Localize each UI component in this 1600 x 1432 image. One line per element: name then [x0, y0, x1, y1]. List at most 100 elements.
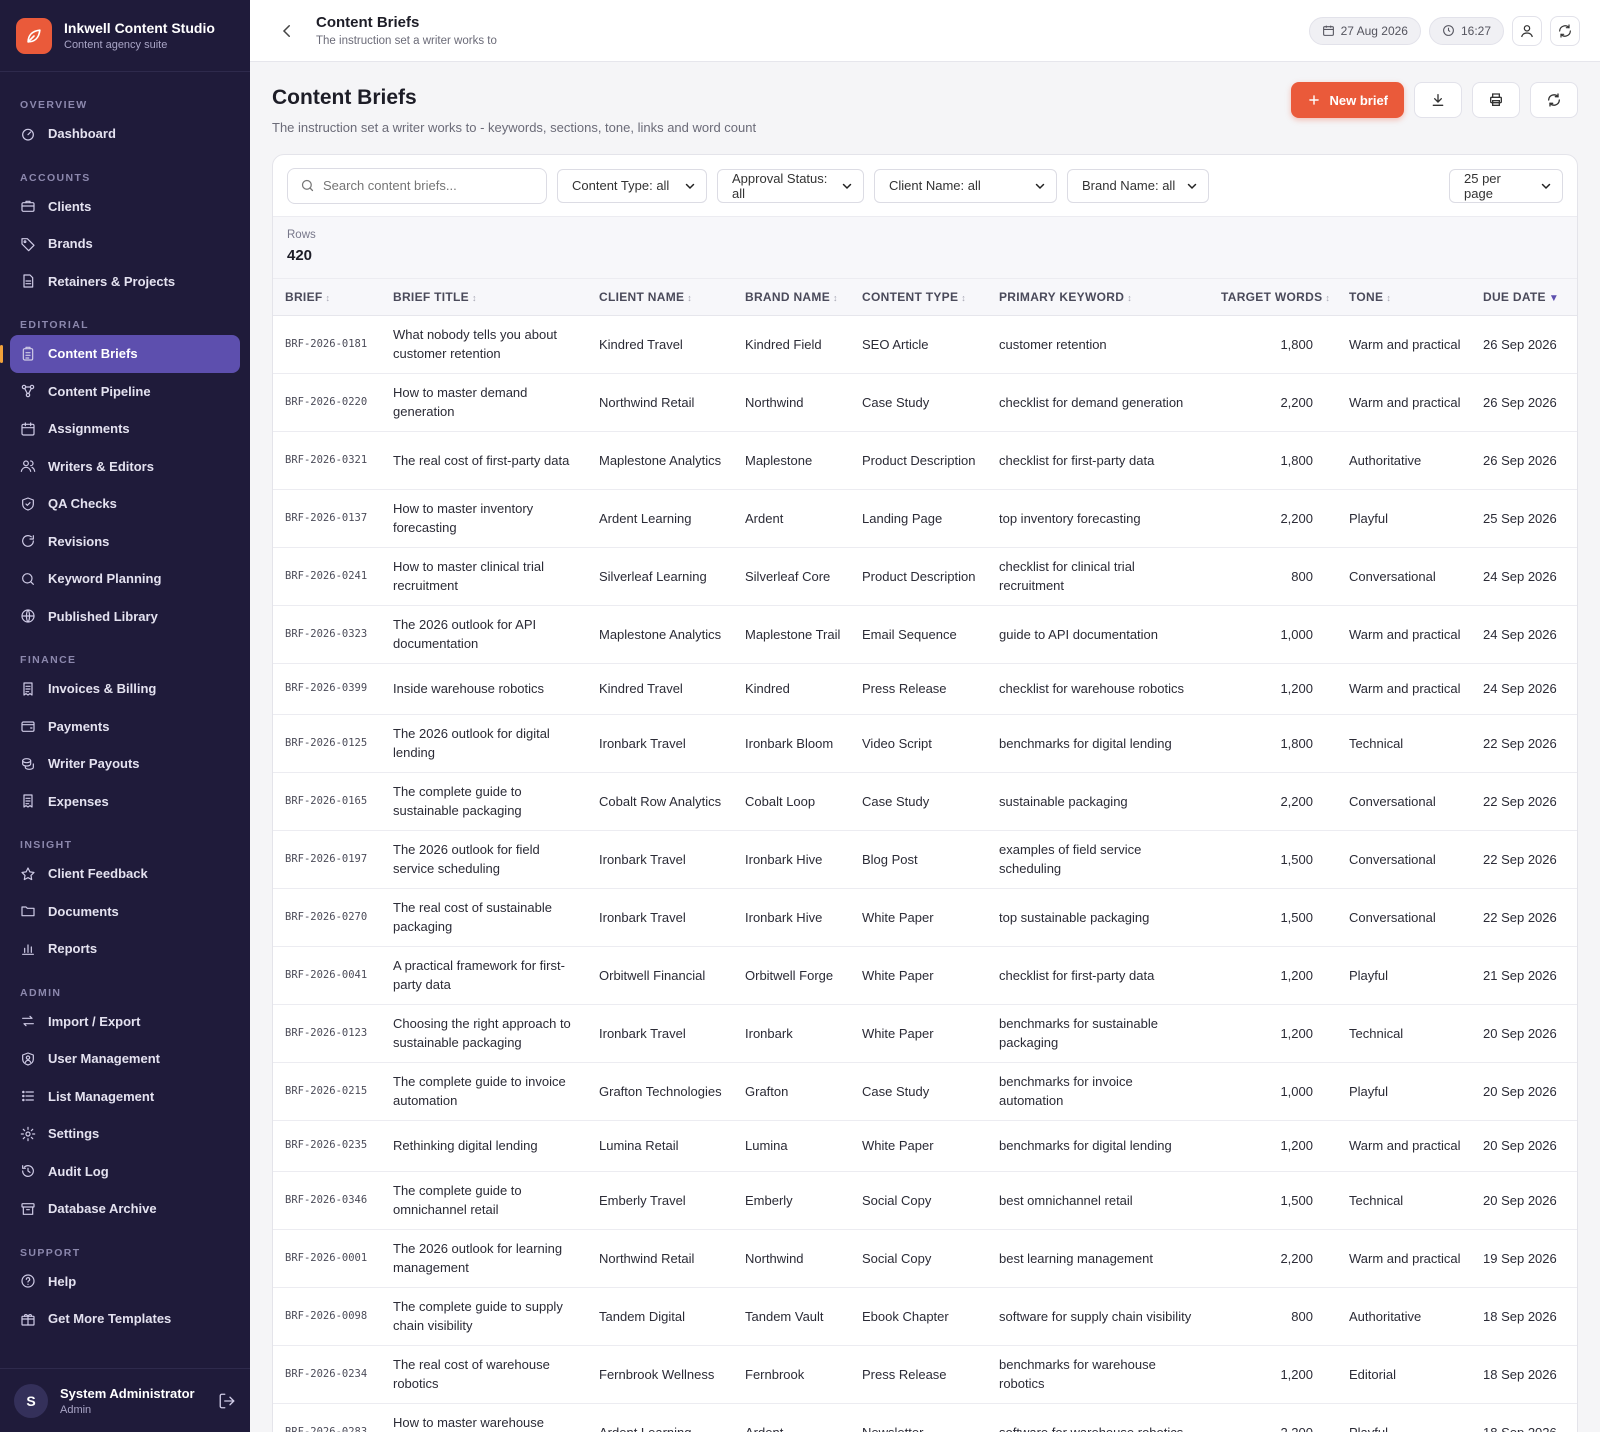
logout-icon[interactable]	[218, 1392, 236, 1410]
column-header-tone[interactable]: TONE ↕	[1337, 279, 1471, 316]
sort-icon[interactable]: ↕	[472, 293, 477, 303]
table-row[interactable]: BRF-2026-0125 The 2026 outlook for digita…	[273, 714, 1577, 773]
topbar-refresh-button[interactable]	[1550, 15, 1580, 46]
cell-tone: Warm and practical	[1337, 1120, 1471, 1172]
sidebar-item-retainers-projects[interactable]: Retainers & Projects	[10, 263, 240, 301]
table-row[interactable]: BRF-2026-0241 How to master clinical tria…	[273, 547, 1577, 606]
table-row[interactable]: BRF-2026-0220 How to master demand genera…	[273, 373, 1577, 432]
column-header-content-type[interactable]: CONTENT TYPE ↕	[850, 279, 987, 316]
sidebar-item-published-library[interactable]: Published Library	[10, 598, 240, 636]
sort-desc-icon[interactable]: ▼	[1549, 293, 1559, 304]
sidebar-item-documents[interactable]: Documents	[10, 893, 240, 931]
sidebar-item-label: Retainers & Projects	[48, 273, 176, 289]
table-row[interactable]: BRF-2026-0001 The 2026 outlook for learni…	[273, 1229, 1577, 1288]
per-page-select[interactable]: 25 per page	[1449, 168, 1563, 203]
table-row[interactable]: BRF-2026-0270 The real cost of sustainabl…	[273, 888, 1577, 947]
refresh-button[interactable]	[1530, 82, 1578, 118]
sidebar-item-writer-payouts[interactable]: Writer Payouts	[10, 745, 240, 783]
sidebar-item-label: Published Library	[48, 608, 158, 624]
sidebar-item-reports[interactable]: Reports	[10, 930, 240, 968]
sort-icon[interactable]: ↕	[833, 293, 838, 303]
column-header-brand-name[interactable]: BRAND NAME ↕	[733, 279, 850, 316]
content-type-filter[interactable]: Content Type: all	[557, 168, 707, 203]
client-name-filter[interactable]: Client Name: all	[874, 168, 1057, 203]
sidebar-item-import-export[interactable]: Import / Export	[10, 1003, 240, 1041]
chevron-down-icon	[1034, 180, 1046, 192]
sidebar-item-expenses[interactable]: Expenses	[10, 783, 240, 821]
sort-icon[interactable]: ↕	[1127, 293, 1132, 303]
sidebar-item-help[interactable]: Help	[10, 1263, 240, 1301]
cell-primary-keyword: benchmarks for digital lending	[987, 1120, 1209, 1172]
table-row[interactable]: BRF-2026-0399 Inside warehouse robotics Ki…	[273, 663, 1577, 715]
sidebar-item-client-feedback[interactable]: Client Feedback	[10, 855, 240, 893]
rows-count: 420	[287, 247, 313, 264]
print-button[interactable]	[1472, 82, 1520, 118]
download-button[interactable]	[1414, 82, 1462, 118]
sidebar-item-audit-log[interactable]: Audit Log	[10, 1153, 240, 1191]
search-box[interactable]	[287, 167, 547, 204]
sidebar-item-assignments[interactable]: Assignments	[10, 410, 240, 448]
sidebar-item-qa-checks[interactable]: QA Checks	[10, 485, 240, 523]
table-row[interactable]: BRF-2026-0123 Choosing the right approach…	[273, 1004, 1577, 1063]
cell-primary-keyword: software for warehouse robotics	[987, 1403, 1209, 1432]
sort-icon[interactable]: ↕	[687, 293, 692, 303]
sidebar-item-get-more-templates[interactable]: Get More Templates	[10, 1300, 240, 1338]
sidebar-item-clients[interactable]: Clients	[10, 188, 240, 226]
cell-brand-name: Ardent	[733, 1403, 850, 1432]
cell-due-date: 20 Sep 2026	[1471, 1062, 1577, 1121]
sidebar-item-user-management[interactable]: User Management	[10, 1040, 240, 1078]
table-row[interactable]: BRF-2026-0181 What nobody tells you about…	[273, 315, 1577, 374]
table-row[interactable]: BRF-2026-0234 The real cost of warehouse …	[273, 1345, 1577, 1404]
sidebar-item-payments[interactable]: Payments	[10, 708, 240, 746]
table-row[interactable]: BRF-2026-0165 The complete guide to susta…	[273, 772, 1577, 831]
new-brief-button[interactable]: New brief	[1291, 82, 1404, 118]
sidebar-item-content-pipeline[interactable]: Content Pipeline	[10, 373, 240, 411]
table-row[interactable]: BRF-2026-0323 The 2026 outlook for API do…	[273, 605, 1577, 664]
sort-icon[interactable]: ↕	[1386, 293, 1391, 303]
gear-icon	[20, 1126, 36, 1142]
sidebar-item-database-archive[interactable]: Database Archive	[10, 1190, 240, 1228]
sidebar-item-keyword-planning[interactable]: Keyword Planning	[10, 560, 240, 598]
table-row[interactable]: BRF-2026-0235 Rethinking digital lending L…	[273, 1120, 1577, 1172]
sidebar-item-dashboard[interactable]: Dashboard	[10, 115, 240, 153]
table-row[interactable]: BRF-2026-0346 The complete guide to omnic…	[273, 1171, 1577, 1230]
current-date: 27 Aug 2026	[1340, 23, 1408, 38]
column-header-due-date[interactable]: DUE DATE ▼	[1471, 279, 1577, 316]
table-row[interactable]: BRF-2026-0137 How to master inventory for…	[273, 489, 1577, 548]
sidebar-item-brands[interactable]: Brands	[10, 225, 240, 263]
sort-icon[interactable]: ↕	[961, 293, 966, 303]
brand-name-filter[interactable]: Brand Name: all	[1067, 168, 1209, 203]
sidebar-item-content-briefs[interactable]: Content Briefs	[0, 335, 240, 373]
cell-brief-title: The complete guide to omnichannel retail	[381, 1171, 587, 1230]
column-header-brief[interactable]: BRIEF ↕	[273, 279, 381, 316]
filter-bar: Content Type: all Approval Status: all C…	[273, 155, 1577, 217]
table-row[interactable]: BRF-2026-0041 A practical framework for f…	[273, 946, 1577, 1005]
column-header-target-words[interactable]: TARGET WORDS ↕	[1209, 279, 1337, 316]
sort-icon[interactable]: ↕	[326, 293, 331, 303]
user-profile[interactable]: S System Administrator Admin	[0, 1368, 250, 1432]
column-header-client-name[interactable]: CLIENT NAME ↕	[587, 279, 733, 316]
column-header-brief-title[interactable]: BRIEF TITLE ↕	[381, 279, 587, 316]
approval-status-filter[interactable]: Approval Status: all	[717, 168, 864, 203]
table-row[interactable]: BRF-2026-0215 The complete guide to invoi…	[273, 1062, 1577, 1121]
sidebar-item-settings[interactable]: Settings	[10, 1115, 240, 1153]
cell-brief-title: Choosing the right approach to sustainab…	[381, 1004, 587, 1063]
table-row[interactable]: BRF-2026-0197 The 2026 outlook for field …	[273, 830, 1577, 889]
gift-icon	[20, 1311, 36, 1327]
sidebar-item-writers-editors[interactable]: Writers & Editors	[10, 448, 240, 486]
cell-brief-title: Inside warehouse robotics	[381, 663, 587, 715]
sidebar-item-list-management[interactable]: List Management	[10, 1078, 240, 1116]
column-header-primary-keyword[interactable]: PRIMARY KEYWORD ↕	[987, 279, 1209, 316]
cell-primary-keyword: checklist for clinical trial recruitment	[987, 547, 1209, 606]
sidebar-item-revisions[interactable]: Revisions	[10, 523, 240, 561]
table-row[interactable]: BRF-2026-0321 The real cost of first-part…	[273, 431, 1577, 490]
table-row[interactable]: BRF-2026-0283How to master warehouse rob…	[273, 1403, 1577, 1432]
nav-section-heading: INSIGHT	[20, 839, 73, 851]
sort-icon[interactable]: ↕	[1325, 293, 1330, 303]
profile-button[interactable]	[1512, 15, 1542, 46]
back-chevron-icon[interactable]	[278, 22, 296, 40]
sidebar-item-invoices-billing[interactable]: Invoices & Billing	[10, 670, 240, 708]
table-row[interactable]: BRF-2026-0098 The complete guide to suppl…	[273, 1287, 1577, 1346]
search-input[interactable]	[323, 178, 523, 193]
sidebar-item-label: Documents	[48, 903, 119, 919]
